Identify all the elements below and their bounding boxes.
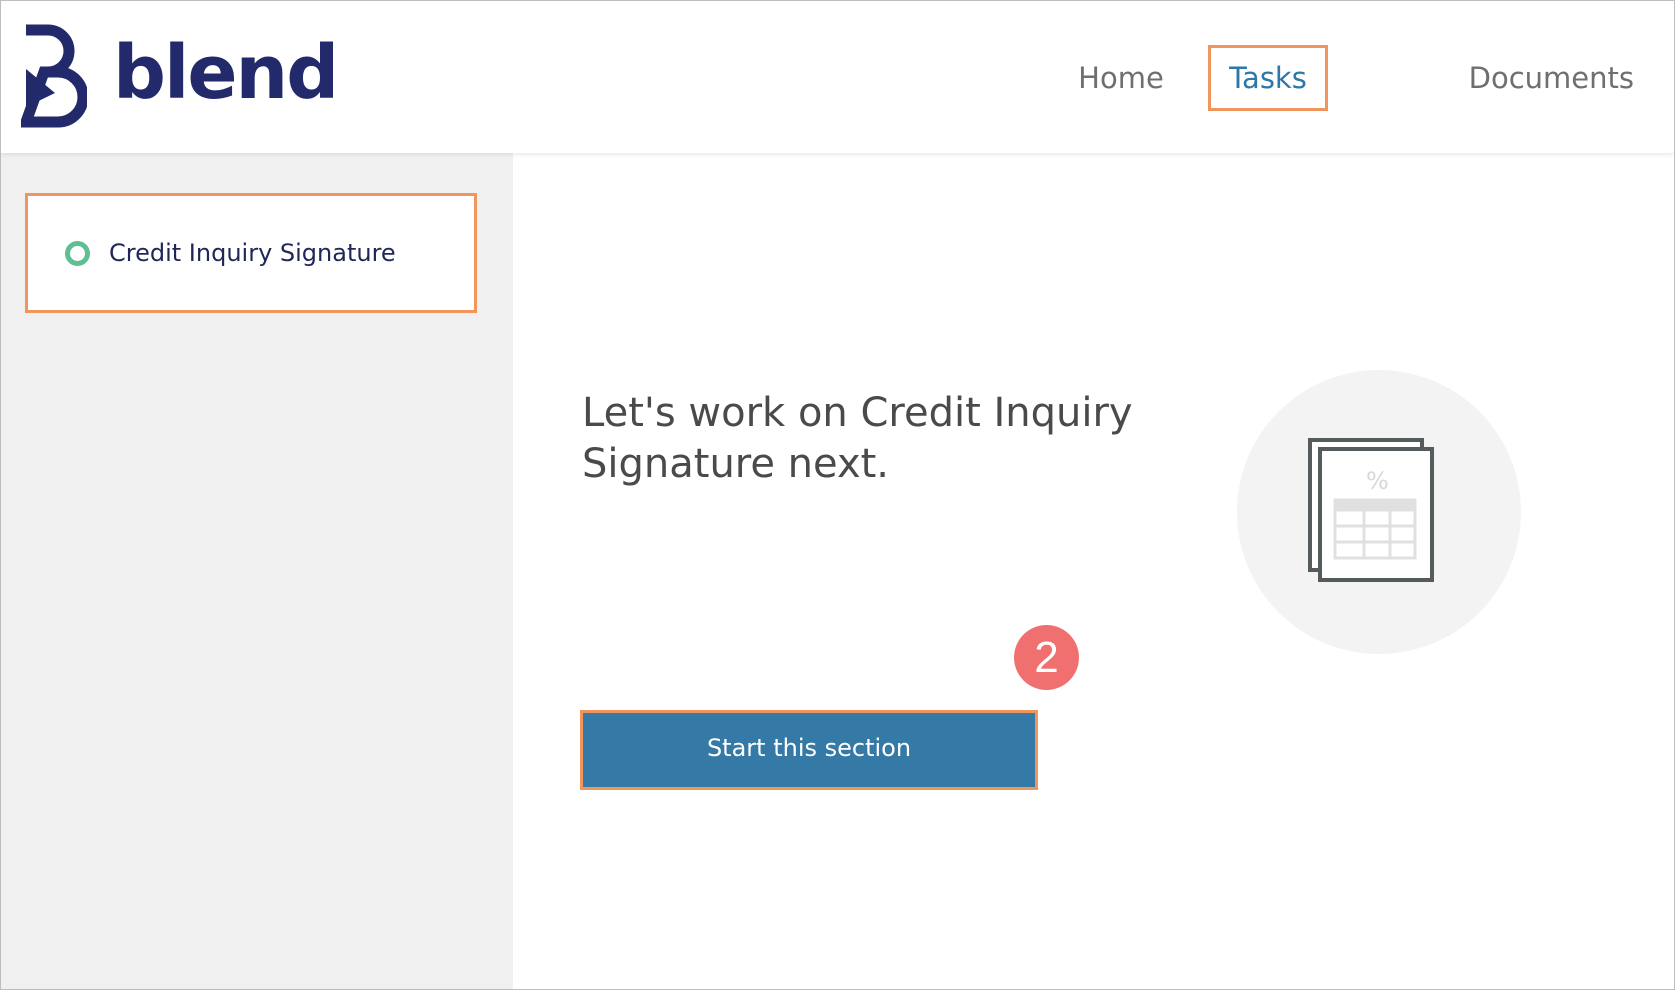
nav-tasks[interactable]: Tasks — [1208, 45, 1328, 111]
circle-outline-icon — [65, 240, 90, 266]
top-header: blend Home Tasks Documents — [1, 1, 1674, 153]
brand-name: blend — [113, 30, 339, 116]
svg-text:%: % — [1366, 467, 1389, 495]
nav-home[interactable]: Home — [1061, 45, 1181, 111]
task-sidebar: Credit Inquiry Signature — [1, 153, 513, 989]
step-number-badge: 2 — [1014, 625, 1079, 690]
sidebar-task-credit-inquiry-signature[interactable]: Credit Inquiry Signature — [25, 193, 477, 313]
blend-b-logo-icon — [21, 23, 87, 129]
main-content: Let's work on Credit Inquiry Signature n… — [513, 153, 1674, 989]
sidebar-task-label: Credit Inquiry Signature — [109, 239, 396, 267]
app-window: blend Home Tasks Documents Credit Inquir… — [0, 0, 1675, 990]
start-section-button[interactable]: Start this section — [580, 710, 1038, 790]
illustration: % — [1237, 370, 1521, 654]
nav-documents[interactable]: Documents — [1394, 45, 1634, 111]
brand-logo[interactable]: blend — [21, 23, 339, 129]
start-section-label: Start this section — [706, 734, 912, 762]
page-heading: Let's work on Credit Inquiry Signature n… — [582, 390, 1133, 487]
